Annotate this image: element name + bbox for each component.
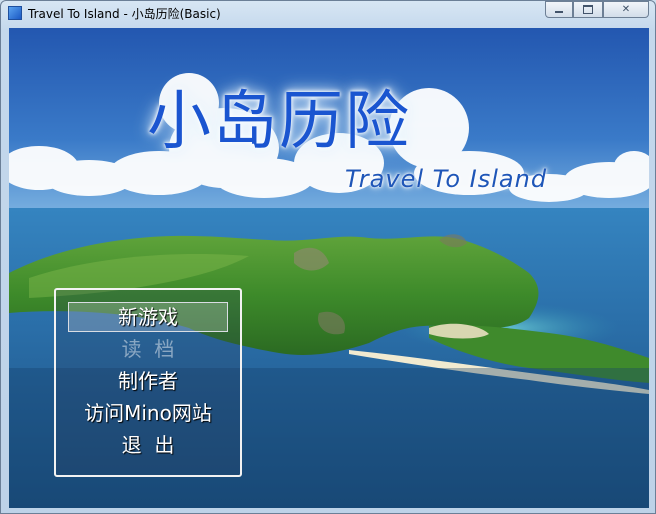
- menu-item-new-game[interactable]: 新游戏: [68, 302, 228, 332]
- menu-item-visit-website[interactable]: 访问Mino网站: [68, 398, 228, 428]
- game-window: Travel To Island - 小岛历险(Basic) ✕ 小岛历险 Tr…: [0, 0, 656, 514]
- maximize-button[interactable]: [573, 1, 603, 18]
- menu-item-exit[interactable]: 退 出: [68, 430, 228, 460]
- game-viewport[interactable]: 小岛历险 Travel To Island 新游戏 读 档 制作者 访问Mino…: [9, 28, 649, 508]
- minimize-button[interactable]: [545, 1, 573, 18]
- menu-item-load-game[interactable]: 读 档: [68, 334, 228, 364]
- window-title: Travel To Island - 小岛历险(Basic): [28, 7, 221, 21]
- close-button[interactable]: ✕: [603, 1, 649, 18]
- title-menu: 新游戏 读 档 制作者 访问Mino网站 退 出: [54, 288, 242, 477]
- game-logo-english: Travel To Island: [345, 165, 548, 193]
- title-bar[interactable]: Travel To Island - 小岛历险(Basic) ✕: [1, 1, 655, 27]
- close-icon: ✕: [621, 4, 631, 15]
- window-controls: ✕: [545, 1, 649, 19]
- menu-item-credits[interactable]: 制作者: [68, 366, 228, 396]
- app-icon: [8, 6, 22, 20]
- maximize-icon: [583, 5, 593, 14]
- minimize-icon: [555, 11, 563, 13]
- game-logo-chinese: 小岛历险: [147, 85, 411, 159]
